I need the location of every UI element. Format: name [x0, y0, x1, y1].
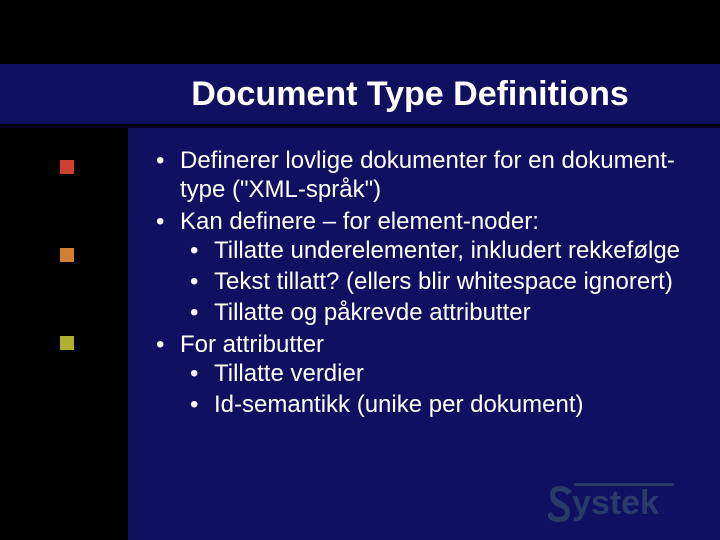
sub-bullet-item: Tillatte og påkrevde attributter [180, 298, 704, 327]
bullet-item: Kan definere – for element-noder: Tillat… [146, 207, 704, 328]
title-strip: Document Type Definitions [0, 62, 720, 126]
decor-square-orange [60, 248, 74, 262]
slide-title: Document Type Definitions [191, 75, 629, 114]
decor-square-red [60, 160, 74, 174]
systek-logo-svg: ystek [548, 478, 698, 522]
bullet-text: Tillatte og påkrevde attributter [214, 299, 531, 326]
decor-square-olive [60, 336, 74, 350]
logo-text: ystek [572, 484, 659, 522]
bullet-text: Kan definere – for element-noder: [180, 208, 539, 235]
sub-bullet-item: Tekst tillatt? (ellers blir whitespace i… [180, 267, 704, 296]
top-black-bar [0, 0, 720, 62]
bullet-text: Tillatte underelementer, inkludert rekke… [214, 237, 680, 264]
bullet-text: Id-semantikk (unike per dokument) [214, 391, 584, 418]
slide: Document Type Definitions Definerer lovl… [0, 0, 720, 540]
bullet-item: For attributter Tillatte verdier Id-sema… [146, 330, 704, 420]
sub-bullet-item: Tillatte underelementer, inkludert rekke… [180, 236, 704, 265]
bullet-text: Tekst tillatt? (ellers blir whitespace i… [214, 268, 673, 295]
sub-bullet-list: Tillatte verdier Id-semantikk (unike per… [180, 359, 704, 420]
left-sidebar [0, 128, 128, 540]
logo: ystek [548, 478, 698, 522]
bullet-item: Definerer lovlige dokumenter for en doku… [146, 146, 704, 205]
sub-bullet-list: Tillatte underelementer, inkludert rekke… [180, 236, 704, 328]
sub-bullet-item: Tillatte verdier [180, 359, 704, 388]
bullet-text: Definerer lovlige dokumenter for en doku… [180, 147, 675, 203]
sub-bullet-item: Id-semantikk (unike per dokument) [180, 390, 704, 419]
bullet-list: Definerer lovlige dokumenter for en doku… [146, 146, 704, 419]
bullet-text: For attributter [180, 331, 324, 358]
logo-letter-s [548, 486, 572, 522]
logo-overline [574, 483, 674, 486]
bullet-text: Tillatte verdier [214, 360, 364, 387]
